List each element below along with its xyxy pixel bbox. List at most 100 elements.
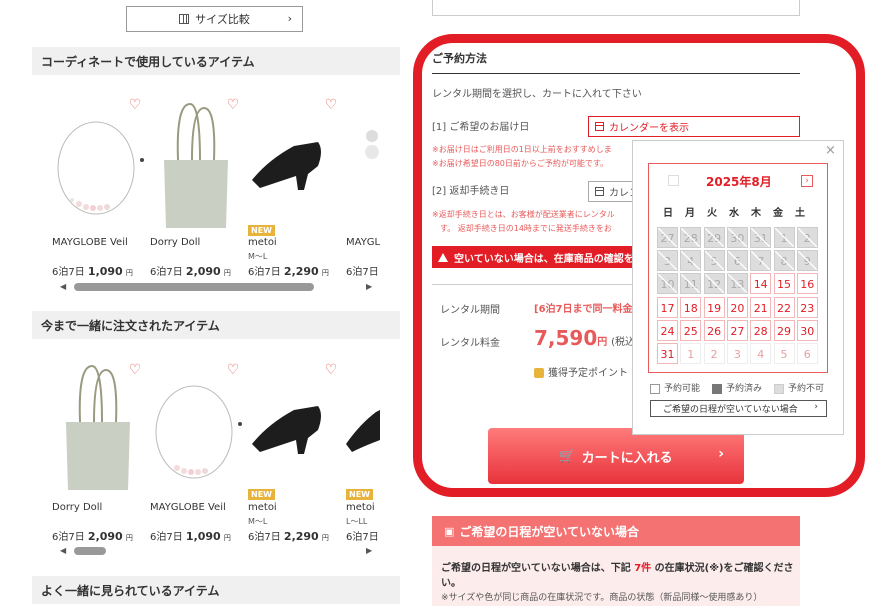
product-name[interactable]: MAYGLOBE Veil [150,502,226,513]
prev-month-icon[interactable] [668,175,679,186]
calendar-day[interactable]: 16 [796,273,818,295]
no-date-available-label: ご希望の日程が空いていない場合 [663,405,798,415]
weekday-row: 日 月 火 水 木 金 土 [657,204,811,219]
scroll-thumb[interactable] [74,283,314,291]
product-name[interactable]: metoi [248,237,277,248]
shoes-image [252,406,321,454]
product-card[interactable]: ♡ NEW metoi M〜L 6泊7日 2,290 円 [248,96,340,278]
weekday-label: 土 [795,208,805,219]
horizontal-scrollbar[interactable]: ◀ ▶ [60,281,376,293]
calendar-day: 1 [773,227,795,248]
calendar-day: 4 [750,343,772,364]
close-icon[interactable]: × [825,143,836,158]
calendar-day: 13 [726,273,748,295]
calendar-day[interactable]: 24 [657,319,678,341]
product-card[interactable]: ♡ NEW metoi L〜LL 6泊7日 円 [346,362,380,542]
alternative-line1: ご希望の日程が空いていない場合は、下記 [441,563,631,574]
calendar-day[interactable]: 28 [750,319,772,341]
scroll-right-arrow-icon[interactable]: ▶ [366,546,372,555]
unavailable-swatch [774,383,784,394]
calendar-day: 5 [773,343,795,364]
scroll-thumb[interactable] [74,547,106,555]
calendar-day: 31 [750,227,772,248]
calendar-day: 29 [703,227,725,248]
calendar-day: 28 [680,227,702,248]
calendar-day[interactable]: 20 [726,296,748,318]
chevron-right-icon: › [814,402,818,412]
size-compare-button[interactable]: サイズ比較 › [126,6,303,32]
available-swatch [650,383,660,394]
legend-available-label: 予約可能 [664,384,701,394]
horizontal-scrollbar[interactable]: ◀ ▶ [60,545,376,557]
product-card[interactable]: ♡ MAYGLOBE Veil 6泊7日 1,090 円 [150,362,242,543]
product-size: M〜L [248,252,268,261]
calendar-day[interactable]: 14 [750,273,772,295]
necklace-image [57,121,144,215]
calendar-day[interactable]: 21 [750,296,772,318]
weekday-label: 水 [729,208,739,219]
product-price: 6泊7日 1,090 円 [52,265,133,278]
calendar-day[interactable]: 26 [703,319,725,341]
calendar-day[interactable]: 25 [680,319,702,341]
product-card[interactable]: ♡ Dorry Doll 6泊7日 2,090 円 [52,362,144,543]
calendar-day: 1 [680,343,702,364]
no-date-available-button[interactable]: ご希望の日程が空いていない場合 › [650,400,827,417]
calendar-day[interactable]: 15 [773,273,795,295]
favorite-heart-icon[interactable]: ♡ [128,98,142,112]
calendar-day: 30 [726,227,748,248]
calendar-day[interactable]: 17 [657,296,678,318]
coordinate-items-heading: コーディネートで使用しているアイテム [32,47,400,75]
legend-booked: 予約済み [712,381,762,394]
calendar-month: 2025年8月 [706,175,772,189]
scroll-left-arrow-icon[interactable]: ◀ [60,546,66,555]
alternative-count[interactable]: 7件 [634,563,651,574]
product-name[interactable]: metoi [248,502,277,513]
product-name[interactable]: MAYGLOBE Veil [52,237,128,248]
calendar-day: 2 [703,343,725,364]
favorite-heart-icon[interactable]: ♡ [346,363,348,377]
calendar-day: 12 [703,273,725,295]
next-month-icon[interactable]: › [801,175,813,187]
product-name[interactable]: MAYGL [346,237,380,248]
calendar-day[interactable]: 22 [773,296,795,318]
legend-unavailable: 予約不可 [774,381,824,394]
alternative-text-1: ご希望の日程が空いていない場合は、下記 7件 の在庫状況(※)をご確認くださ [441,559,794,574]
product-card[interactable]: ♡ NEW metoi M〜L 6泊7日 2,290 円 [248,362,340,543]
calendar-day[interactable]: 30 [796,319,818,341]
favorite-heart-icon[interactable]: ♡ [226,363,240,377]
scroll-right-arrow-icon[interactable]: ▶ [366,282,372,291]
calendar-day[interactable]: 18 [680,296,702,318]
favorite-heart-icon[interactable]: ♡ [324,363,338,377]
ordered-together-heading: 今まで一緒に注文されたアイテム [32,311,400,339]
calendar-day[interactable]: 23 [796,296,818,318]
product-name[interactable]: Dorry Doll [150,237,200,248]
calendar-day[interactable]: 31 [657,343,678,364]
calendar-check-icon: ▣ [444,524,455,538]
product-name[interactable]: metoi [346,502,375,513]
calendar-day: 2 [796,227,818,248]
calendar-day: 4 [680,250,702,272]
calendar-day: 7 [750,250,772,272]
weekday-label: 月 [685,208,695,219]
product-name[interactable]: Dorry Doll [52,502,102,513]
viewed-together-heading: よく一緒に見られているアイテム [32,576,400,604]
weekday-label: 木 [751,208,761,219]
product-card[interactable]: ♡ Dorry Doll 6泊7日 2,090 円 [150,96,242,278]
earring-image [365,130,379,159]
new-badge: NEW [248,225,275,236]
weekday-label: 日 [663,208,673,219]
calendar-day[interactable]: 27 [726,319,748,341]
product-card[interactable]: MAYGL 6泊7日 円 [346,96,380,276]
booked-swatch [712,383,722,394]
calendar-day[interactable]: 19 [703,296,725,318]
bag-image [66,364,130,490]
grid-icon [179,14,190,24]
calendar-day: 3 [726,343,748,364]
product-price: 6泊7日 2,090 円 [52,530,133,543]
new-badge: NEW [346,489,373,500]
product-card[interactable]: ♡ MAYGLOBE Veil 6泊7日 1,090 円 [52,96,144,278]
calendar-day[interactable]: 29 [773,319,795,341]
scroll-left-arrow-icon[interactable]: ◀ [60,282,66,291]
favorite-heart-icon[interactable]: ♡ [324,98,338,112]
shoes-image [252,142,321,190]
